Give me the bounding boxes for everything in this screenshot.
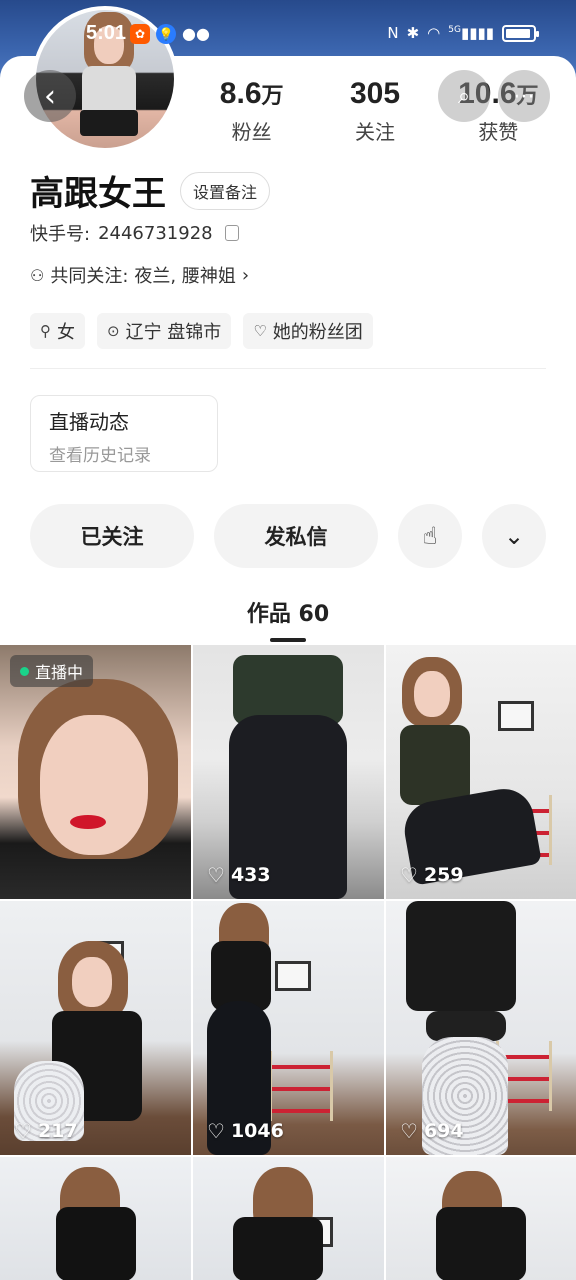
- search-button[interactable]: ⌕: [438, 70, 490, 122]
- work-thumbnail[interactable]: [386, 1157, 576, 1280]
- heart-icon: ♡: [400, 863, 418, 887]
- bluetooth-icon: ✱: [406, 24, 420, 42]
- stat-fans[interactable]: 8.6万 粉丝: [190, 76, 313, 146]
- live-badge-text: 直播中: [35, 663, 84, 682]
- work-thumbnail[interactable]: ♡ 217: [0, 901, 191, 1155]
- signal-5g-icon: 5G▮▮▮▮: [448, 24, 494, 42]
- live-badge: 直播中: [10, 655, 94, 687]
- stat-label: 关注: [354, 120, 395, 144]
- live-card-title: 直播动态: [49, 410, 129, 434]
- works-grid: 直播中 ♡ 433 ♡ 259 ♡ 217 ♡ 1046 ♡ 694: [0, 645, 576, 1280]
- more-button[interactable]: ⋯: [498, 70, 550, 122]
- stat-value: 305: [349, 77, 401, 110]
- like-count: ♡ 694: [400, 1119, 464, 1143]
- lightbulb-icon: 💡: [156, 24, 176, 44]
- work-thumbnail[interactable]: 直播中: [0, 645, 191, 899]
- set-remark-button[interactable]: 设置备注: [180, 171, 271, 210]
- id-label: 快手号:: [30, 224, 91, 245]
- heart-icon: ♡: [207, 863, 225, 887]
- chevron-down-icon: ⌄: [503, 522, 525, 550]
- tab-underline: [270, 638, 306, 642]
- status-time: 5:01: [86, 22, 127, 44]
- mutual-follow-row[interactable]: ⚇ 共同关注: 夜兰, 腰神姐 ›: [30, 262, 249, 288]
- mutual-label: 共同关注:: [50, 266, 129, 287]
- like-count: ♡ 1046: [207, 1119, 284, 1143]
- tag-text: 她的粉丝团: [272, 322, 363, 343]
- name-row: 高跟女王 设置备注: [30, 166, 271, 215]
- expand-button[interactable]: ⌄: [482, 504, 546, 568]
- tab-works[interactable]: 作品 60: [0, 596, 576, 628]
- stat-unit: 万: [261, 83, 284, 108]
- user-name: 高跟女王: [30, 174, 166, 214]
- tap-button[interactable]: ☝: [398, 504, 462, 568]
- tag-text: 辽宁 盘锦市: [125, 322, 222, 343]
- search-icon: ⌕: [457, 83, 471, 109]
- top-actions: ⌕ ⋯: [438, 70, 550, 122]
- live-card-subtitle: 查看历史记录: [49, 446, 151, 466]
- send-message-button[interactable]: 发私信: [214, 504, 378, 568]
- female-icon: ⚲: [40, 322, 51, 340]
- stat-following[interactable]: 305 关注: [313, 76, 436, 146]
- location-icon: ⊙: [107, 322, 120, 340]
- like-count: ♡ 259: [400, 863, 464, 887]
- copy-icon[interactable]: [224, 221, 243, 241]
- work-thumbnail[interactable]: ♡ 694: [386, 901, 576, 1155]
- user-id-row: 快手号: 2446731928: [30, 220, 243, 246]
- profile-tags: ⚲ 女 ⊙ 辽宁 盘锦市 ♡ 她的粉丝团: [30, 313, 373, 349]
- chevron-right-icon: ›: [241, 264, 250, 286]
- kuaishou-icon: ✿: [130, 24, 150, 44]
- heart-icon: ♡: [400, 1119, 418, 1143]
- more-icon: ⋯: [513, 83, 535, 109]
- status-bar: 5:01 ✿ 💡 ●● N ✱ ◠ 5G▮▮▮▮: [0, 0, 576, 56]
- chevron-left-icon: ‹: [44, 78, 56, 114]
- user-icon: ⚇: [30, 265, 45, 285]
- profile-actions: 已关注 发私信 ☝ ⌄: [30, 504, 546, 568]
- wifi-icon: ◠: [427, 24, 441, 42]
- status-app-icons: ✿ 💡 ●●: [130, 24, 210, 44]
- status-right-icons: N ✱ ◠ 5G▮▮▮▮: [387, 24, 539, 42]
- work-thumbnail[interactable]: ♡ 433: [193, 645, 384, 899]
- stat-label: 粉丝: [231, 120, 272, 144]
- like-count: ♡ 433: [207, 863, 271, 887]
- tap-hand-icon: ☝: [422, 522, 438, 550]
- divider: [30, 368, 546, 369]
- tag-gender: ⚲ 女: [30, 313, 85, 349]
- heart-icon: ♡: [14, 1119, 32, 1143]
- followed-button[interactable]: 已关注: [30, 504, 194, 568]
- mutual-names: 夜兰, 腰神姐: [134, 266, 236, 287]
- heart-icon: ♡: [207, 1119, 225, 1143]
- work-thumbnail[interactable]: ♡ 259: [386, 645, 576, 899]
- live-dot-icon: [20, 666, 29, 676]
- back-button[interactable]: ‹: [24, 70, 76, 122]
- battery-icon: [502, 24, 539, 42]
- id-value: 2446731928: [98, 222, 213, 244]
- live-history-card[interactable]: 直播动态 查看历史记录: [30, 395, 218, 472]
- work-thumbnail[interactable]: [193, 1157, 384, 1280]
- nfc-icon: N: [387, 24, 399, 42]
- wechat-icon: ●●: [182, 24, 210, 43]
- stat-value: 8.6: [219, 77, 262, 110]
- tag-fan-group[interactable]: ♡ 她的粉丝团: [243, 313, 373, 349]
- fan-group-icon: ♡: [253, 322, 267, 340]
- work-thumbnail[interactable]: [0, 1157, 191, 1280]
- tag-text: 女: [57, 322, 75, 343]
- tag-location: ⊙ 辽宁 盘锦市: [97, 313, 232, 349]
- like-count: ♡ 217: [14, 1119, 78, 1143]
- work-thumbnail[interactable]: ♡ 1046: [193, 901, 384, 1155]
